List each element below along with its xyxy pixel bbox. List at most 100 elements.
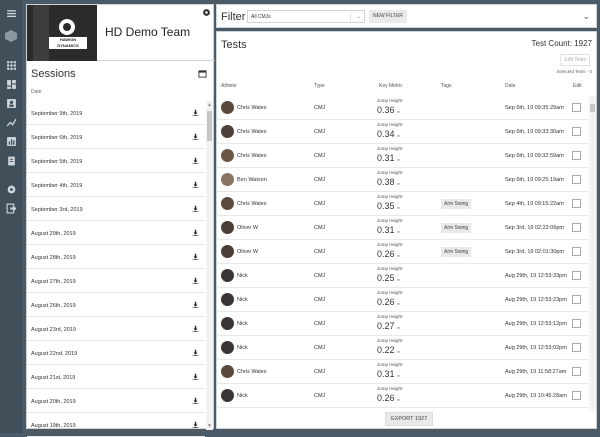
gear-icon[interactable] — [202, 8, 211, 17]
session-row[interactable]: August 23rd, 2019 — [27, 317, 205, 341]
table-row[interactable]: Chris Wales CMJ Jump Height 0.31 m Aug 29th,… — [217, 360, 588, 384]
session-row[interactable]: August 27th, 2019 — [27, 269, 205, 293]
table-row[interactable]: Nick CMJ Jump Height 0.26 m Aug 29th, 19 12:… — [217, 288, 588, 312]
edit-checkbox[interactable] — [572, 151, 581, 160]
download-icon[interactable] — [192, 301, 199, 308]
edit-tests-button[interactable]: Edit Tests — [560, 54, 590, 66]
key-metric-label: Jump Height — [377, 218, 403, 223]
edit-checkbox[interactable] — [572, 103, 581, 112]
session-row[interactable]: September 5th, 2019 — [27, 149, 205, 173]
test-date: Sep 6th, 19 09:33:30am — [505, 129, 564, 135]
download-icon[interactable] — [192, 109, 199, 116]
download-icon[interactable] — [192, 253, 199, 260]
session-row[interactable]: August 21st, 2019 — [27, 365, 205, 389]
edit-checkbox[interactable] — [572, 223, 581, 232]
download-icon[interactable] — [192, 133, 199, 140]
edit-checkbox[interactable] — [572, 199, 581, 208]
test-type: CMJ — [314, 369, 326, 375]
key-metric-label: Jump Height — [377, 314, 403, 319]
settings-icon[interactable] — [4, 182, 18, 196]
test-type: CMJ — [314, 393, 326, 399]
tests-title: Tests — [221, 39, 247, 51]
grid-icon[interactable] — [4, 58, 18, 72]
session-row[interactable]: September 9th, 2019 — [27, 101, 205, 125]
calendar-icon[interactable] — [198, 69, 207, 78]
table-row[interactable]: Oliver W CMJ Jump Height 0.26 m Arm Swing Sep… — [217, 240, 588, 264]
download-icon[interactable] — [192, 421, 199, 428]
session-row[interactable]: August 29th, 2019 — [27, 221, 205, 245]
session-date: September 4th, 2019 — [31, 183, 83, 189]
edit-checkbox[interactable] — [572, 271, 581, 280]
trend-icon[interactable] — [4, 115, 18, 129]
table-row[interactable]: Chris Wales CMJ Jump Height 0.35 m Arm Swing… — [217, 192, 588, 216]
session-row[interactable]: August 26th, 2019 — [27, 293, 205, 317]
header-key-metric: Key Metric — [379, 83, 403, 89]
download-icon[interactable] — [192, 349, 199, 356]
tests-table-body: Chris Wales CMJ Jump Height 0.36 m Sep 6th, … — [217, 96, 588, 408]
download-icon[interactable] — [192, 181, 199, 188]
key-metric-value: 0.27 m — [377, 321, 401, 331]
key-metric-value: 0.31 m — [377, 153, 401, 163]
filter-select[interactable]: All CMJs ⌄ — [247, 10, 365, 23]
session-row[interactable]: September 3rd, 2019 — [27, 197, 205, 221]
edit-checkbox[interactable] — [572, 319, 581, 328]
edit-checkbox[interactable] — [572, 247, 581, 256]
session-row[interactable]: August 28th, 2019 — [27, 245, 205, 269]
test-type: CMJ — [314, 273, 326, 279]
edit-checkbox[interactable] — [572, 295, 581, 304]
export-button[interactable]: EXPORT 1927 — [385, 412, 434, 426]
expand-chevron-icon[interactable]: ⌄ — [582, 11, 590, 22]
download-icon[interactable] — [192, 205, 199, 212]
tests-scrollbar[interactable] — [589, 96, 596, 411]
test-type: CMJ — [314, 345, 326, 351]
tag-badge: Arm Swing — [441, 223, 472, 233]
dashboard-icon[interactable] — [4, 77, 18, 91]
sessions-list: September 9th, 2019 September 6th, 2019 Se… — [27, 101, 205, 437]
edit-checkbox[interactable] — [572, 391, 581, 400]
menu-icon[interactable] — [4, 6, 18, 20]
table-row[interactable]: Nick CMJ Jump Height 0.27 m Aug 29th, 19 12:… — [217, 312, 588, 336]
filter-label: Filter — [221, 11, 246, 23]
edit-checkbox[interactable] — [572, 175, 581, 184]
athlete-name: Oliver W — [237, 225, 259, 231]
session-date: September 3rd, 2019 — [31, 207, 83, 213]
edit-checkbox[interactable] — [572, 367, 581, 376]
download-icon[interactable] — [192, 157, 199, 164]
download-icon[interactable] — [192, 229, 199, 236]
test-date: Aug 29th, 19 12:53:33pm — [505, 273, 567, 279]
logout-icon[interactable] — [4, 201, 18, 215]
table-row[interactable]: Nick CMJ Jump Height 0.26 m Aug 29th, 19 10:… — [217, 384, 588, 408]
edit-checkbox[interactable] — [572, 343, 581, 352]
header-tags: Tags — [441, 83, 452, 89]
download-icon[interactable] — [192, 373, 199, 380]
key-metric-value: 0.26 m — [377, 249, 401, 259]
user-icon[interactable] — [4, 96, 18, 110]
session-row[interactable]: August 22nd, 2019 — [27, 341, 205, 365]
sessions-scrollbar[interactable]: ▲ ▼ — [206, 101, 213, 430]
table-row[interactable]: Oliver W CMJ Jump Height 0.31 m Arm Swing Sep… — [217, 216, 588, 240]
bar-chart-icon[interactable] — [4, 134, 18, 148]
download-icon[interactable] — [192, 397, 199, 404]
table-row[interactable]: Nick CMJ Jump Height 0.22 m Aug 29th, 19 12:… — [217, 336, 588, 360]
session-date: August 21st, 2019 — [31, 375, 76, 381]
session-row[interactable]: September 6th, 2019 — [27, 125, 205, 149]
header-date: Date — [505, 83, 516, 89]
new-filter-button[interactable]: NEW FILTER — [369, 10, 407, 23]
table-row[interactable]: Nick CMJ Jump Height 0.25 m Aug 29th, 19 12:… — [217, 264, 588, 288]
session-row[interactable]: August 20th, 2019 — [27, 389, 205, 413]
key-metric-value: 0.25 m — [377, 273, 401, 283]
table-row[interactable]: Chris Wales CMJ Jump Height 0.31 m Sep 6th, … — [217, 144, 588, 168]
table-row[interactable]: Chris Wales CMJ Jump Height 0.36 m Sep 6th, … — [217, 96, 588, 120]
session-row[interactable]: August 19th, 2019 — [27, 413, 205, 437]
avatar — [221, 293, 234, 306]
logo-icon — [5, 30, 17, 42]
download-icon[interactable] — [192, 277, 199, 284]
clipboard-icon[interactable] — [4, 153, 18, 167]
table-row[interactable]: Ben Watson CMJ Jump Height 0.38 m Sep 6th, 1… — [217, 168, 588, 192]
edit-checkbox[interactable] — [572, 127, 581, 136]
table-row[interactable]: Chris Wales CMJ Jump Height 0.34 m Sep 6th, … — [217, 120, 588, 144]
session-row[interactable]: September 4th, 2019 — [27, 173, 205, 197]
download-icon[interactable] — [192, 325, 199, 332]
key-metric-value: 0.31 m — [377, 225, 401, 235]
session-date: September 6th, 2019 — [31, 135, 83, 141]
